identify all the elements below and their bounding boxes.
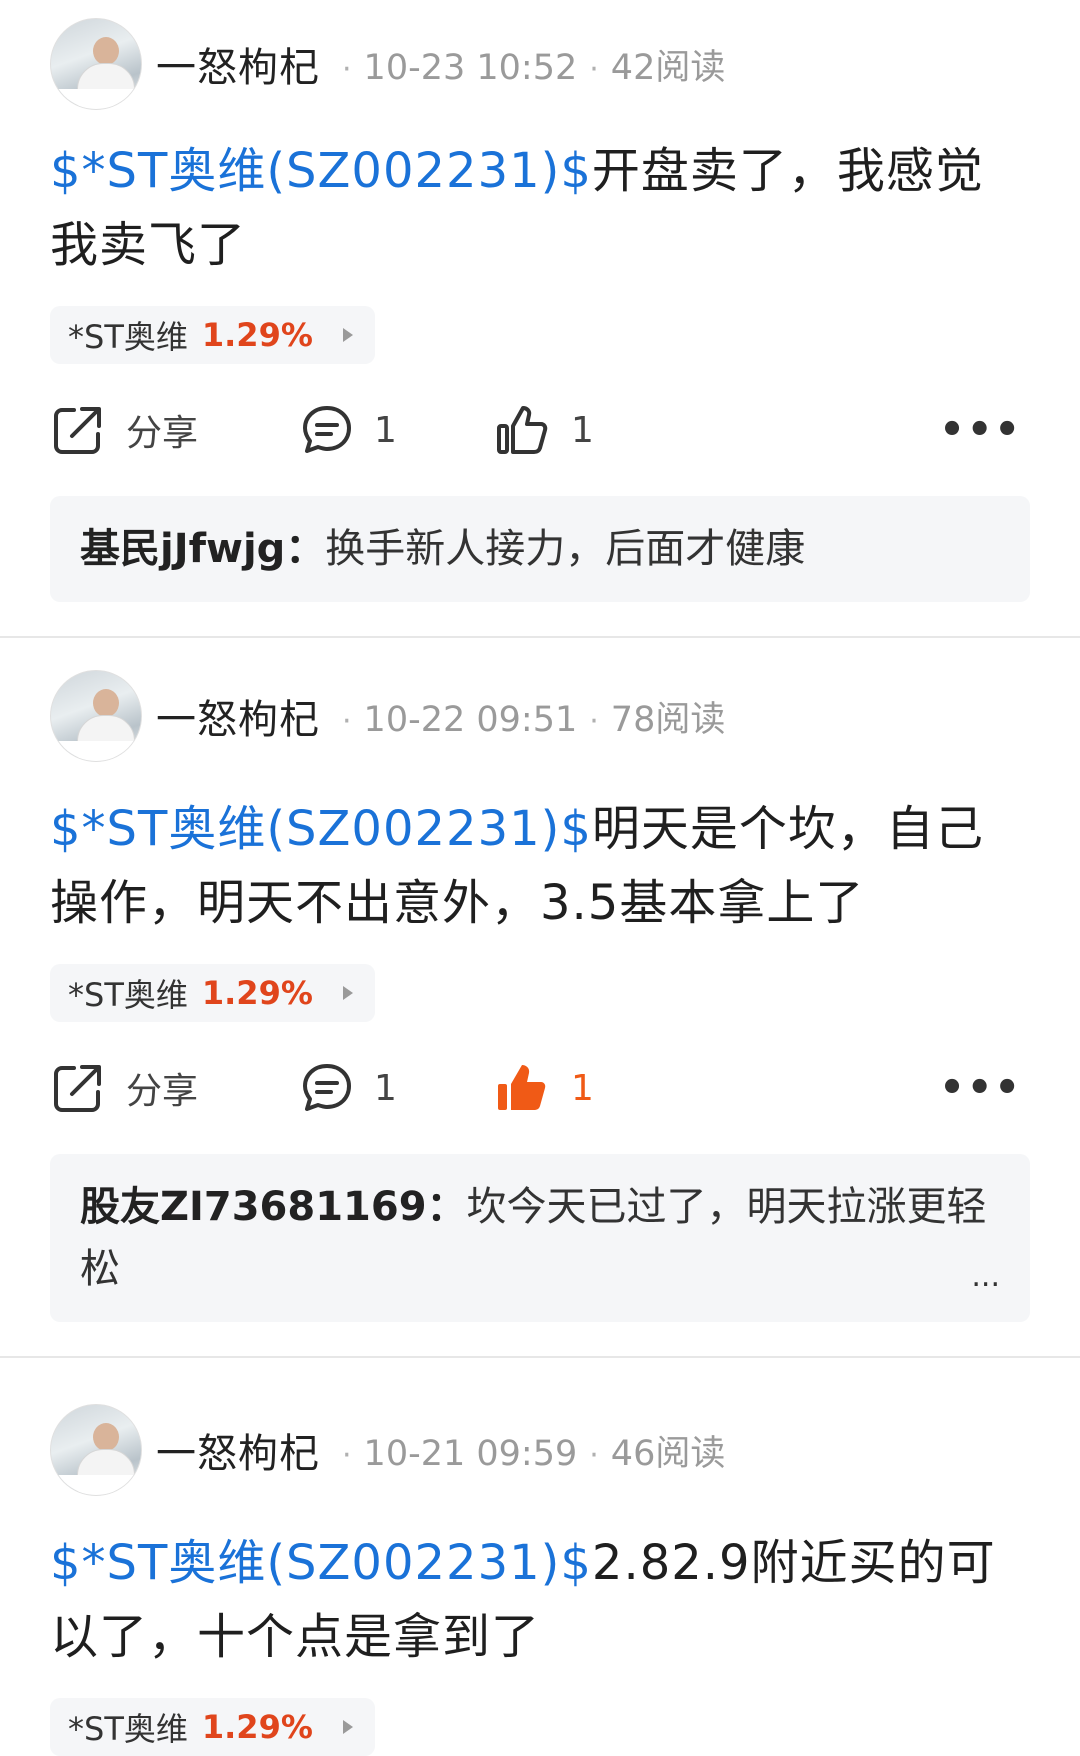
action-bar: 分享 1 1 ••• (50, 364, 1030, 496)
like-button-active[interactable]: 1 (495, 1060, 695, 1116)
share-label: 分享 (126, 1071, 199, 1112)
stock-tag-link[interactable]: $*ST奥维(SZ002231)$ (50, 1535, 592, 1591)
stock-name: *ST奥维 (68, 976, 188, 1014)
action-bar: 分享 1 1 ••• (50, 1022, 1030, 1154)
chevron-right-icon (342, 986, 353, 1000)
post-meta: · 10-22 09:51 · 78阅读 (342, 699, 726, 740)
more-icon[interactable]: ••• (939, 407, 1022, 453)
stock-name: *ST奥维 (68, 318, 188, 356)
post-card[interactable]: 一怒枸杞 · 10-23 10:52 · 42阅读 $*ST奥维(SZ002231)$… (0, 0, 1080, 602)
post-content[interactable]: $*ST奥维(SZ002231)$开盘卖了，我感觉我卖飞了 (50, 134, 1030, 282)
thumbs-up-filled-icon (498, 1065, 546, 1110)
stock-tag-link[interactable]: $*ST奥维(SZ002231)$ (50, 143, 592, 199)
author-name[interactable]: 一怒枸杞 (156, 1421, 320, 1479)
thumbs-up-icon (497, 406, 548, 454)
share-label: 分享 (126, 413, 199, 454)
post-time: 10-23 10:52 (363, 47, 578, 88)
hot-comment[interactable]: 股友ZI73681169：坎今天已过了，明天拉涨更轻松 ... (50, 1154, 1030, 1322)
comment-icon (303, 1064, 351, 1111)
comment-icon (303, 406, 351, 453)
share-icon (54, 407, 101, 454)
author-name[interactable]: 一怒枸杞 (156, 35, 320, 93)
chevron-right-icon (342, 328, 353, 342)
read-count: 46阅读 (610, 1433, 726, 1474)
stock-change: 1.29% (201, 1708, 313, 1746)
stock-chip[interactable]: *ST奥维 1.29% (50, 964, 375, 1022)
expand-ellipsis[interactable]: ... (971, 1246, 1000, 1308)
like-button[interactable]: 1 (495, 402, 695, 458)
stock-chip[interactable]: *ST奥维 1.29% (50, 306, 375, 364)
like-count: 1 (571, 409, 594, 451)
share-button[interactable]: 分享 (50, 402, 300, 458)
read-count: 78阅读 (610, 699, 726, 740)
post-content[interactable]: $*ST奥维(SZ002231)$2.82.9附近买的可以了，十个点是拿到了 (50, 1526, 1030, 1674)
comment-user[interactable]: 基民jJfwjg： (80, 526, 325, 572)
comment-text: 换手新人接力，后面才健康 (325, 526, 806, 572)
like-count: 1 (571, 1067, 594, 1109)
share-icon (54, 1065, 101, 1112)
stock-chip[interactable]: *ST奥维 1.29% (50, 1698, 375, 1756)
post-header: 一怒枸杞 · 10-21 09:59 · 46阅读 (50, 1358, 1030, 1512)
post-meta: · 10-21 09:59 · 46阅读 (342, 1433, 726, 1474)
post-time: 10-22 09:51 (363, 699, 578, 740)
post-content[interactable]: $*ST奥维(SZ002231)$明天是个坎，自己操作，明天不出意外，3.5基本… (50, 792, 1030, 940)
comment-count: 1 (374, 409, 397, 451)
author-name[interactable]: 一怒枸杞 (156, 687, 320, 745)
share-button[interactable]: 分享 (50, 1060, 300, 1116)
post-header: 一怒枸杞 · 10-23 10:52 · 42阅读 (50, 0, 1030, 120)
post-card[interactable]: 一怒枸杞 · 10-21 09:59 · 46阅读 $*ST奥维(SZ002231)$… (0, 1358, 1080, 1756)
stock-name: *ST奥维 (68, 1710, 188, 1748)
more-icon[interactable]: ••• (939, 1065, 1022, 1111)
comment-button[interactable]: 1 (300, 1061, 495, 1115)
post-header: 一怒枸杞 · 10-22 09:51 · 78阅读 (50, 638, 1030, 778)
comment-button[interactable]: 1 (300, 403, 495, 457)
hot-comment[interactable]: 基民jJfwjg：换手新人接力，后面才健康 (50, 496, 1030, 602)
chevron-right-icon (342, 1720, 353, 1734)
read-count: 42阅读 (610, 47, 726, 88)
post-time: 10-21 09:59 (363, 1433, 578, 1474)
post-card[interactable]: 一怒枸杞 · 10-22 09:51 · 78阅读 $*ST奥维(SZ002231)$… (0, 638, 1080, 1322)
stock-tag-link[interactable]: $*ST奥维(SZ002231)$ (50, 801, 592, 857)
comment-count: 1 (374, 1067, 397, 1109)
avatar[interactable] (50, 670, 142, 762)
stock-change: 1.29% (201, 316, 313, 354)
avatar[interactable] (50, 1404, 142, 1496)
comment-user[interactable]: 股友ZI73681169： (80, 1184, 467, 1230)
post-meta: · 10-23 10:52 · 42阅读 (342, 47, 726, 88)
stock-change: 1.29% (201, 974, 313, 1012)
avatar[interactable] (50, 18, 142, 110)
